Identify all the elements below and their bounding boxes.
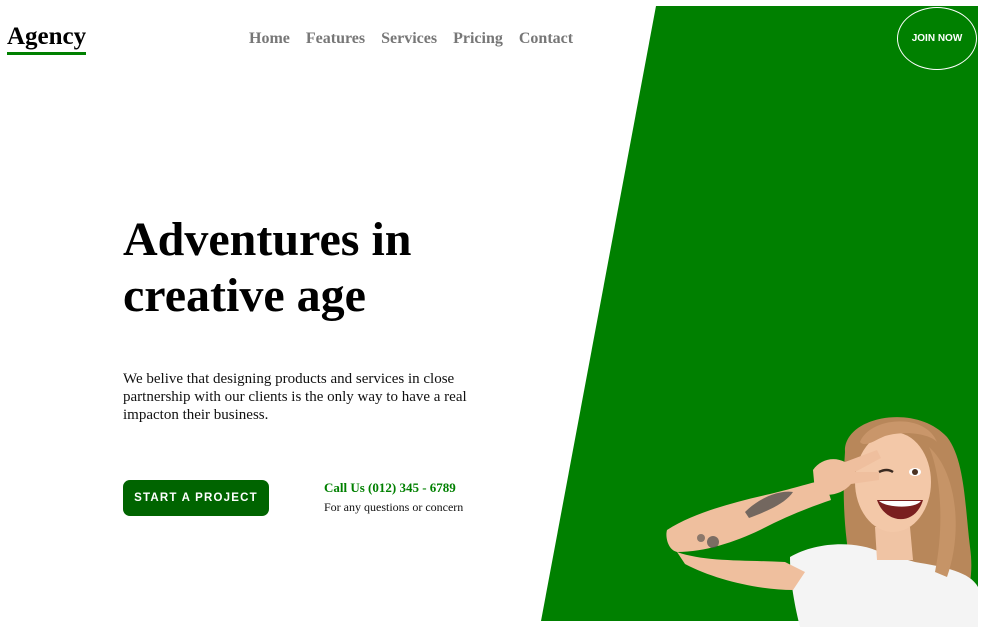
call-phone-link[interactable]: Call Us (012) 345 - 6789 xyxy=(324,480,463,496)
hero-description: We belive that designing products and se… xyxy=(123,371,467,423)
nav-features[interactable]: Features xyxy=(306,29,365,49)
nav-home[interactable]: Home xyxy=(249,29,290,49)
join-now-button[interactable]: JOIN NOW xyxy=(897,7,977,70)
hero-section: Adventures in creative age We belive tha… xyxy=(123,212,543,423)
nav-contact[interactable]: Contact xyxy=(519,29,573,49)
start-project-button[interactable]: START A PROJECT xyxy=(123,480,269,516)
hero-photo-image xyxy=(666,417,978,627)
logo-link[interactable]: Agency xyxy=(7,22,87,55)
call-note: For any questions or concern xyxy=(324,500,464,514)
hero-title-line-1: Adventures in xyxy=(123,213,412,266)
hero-title: Adventures in creative age xyxy=(123,212,543,324)
nav-services[interactable]: Services xyxy=(381,29,437,49)
hero-title-line-2: creative age xyxy=(123,269,366,322)
nav-pricing[interactable]: Pricing xyxy=(453,29,503,49)
main-nav: Home Features Services Pricing Contact xyxy=(249,29,573,49)
site-header: Agency Home Features Services Pricing Co… xyxy=(0,0,984,80)
call-info: Call Us (012) 345 - 6789 For any questio… xyxy=(324,480,463,515)
